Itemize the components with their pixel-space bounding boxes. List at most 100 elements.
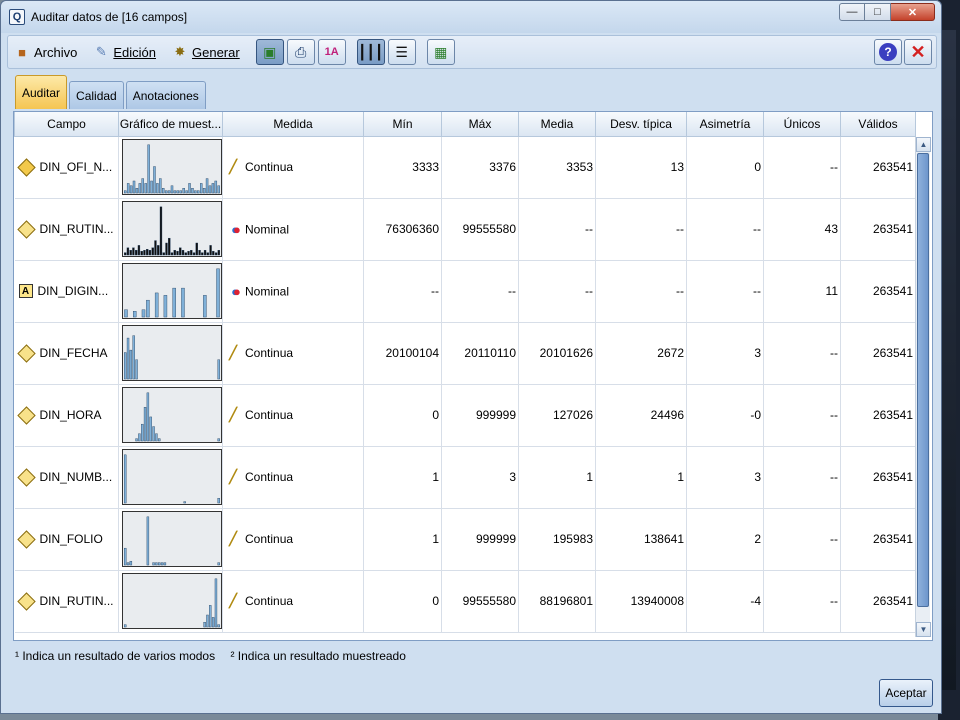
- max-cell: 3: [441, 445, 519, 509]
- histogram-bar: [155, 562, 158, 566]
- histogram-bar: [163, 562, 167, 566]
- column-view-button[interactable]: ┃┃┃: [356, 39, 385, 65]
- table-row[interactable]: DIN_FECHA ╱ Continua 20100104 20110110 201016…: [14, 321, 916, 385]
- sample-graph-cell[interactable]: [118, 135, 223, 199]
- table-row[interactable]: DIN_NUMB... ╱ Continua 1 3 1 1 3 -- 263541: [14, 445, 916, 509]
- field-cell[interactable]: DIN_FOLIO: [14, 507, 119, 571]
- minimize-button[interactable]: —: [839, 3, 865, 21]
- field-cell[interactable]: DIN_OFI_N...: [14, 135, 119, 199]
- col-media[interactable]: Media: [518, 112, 596, 137]
- measure-cell[interactable]: ╱ Continua: [222, 321, 364, 385]
- histogram-bar: [206, 614, 209, 628]
- close-window-button[interactable]: ✕: [891, 3, 935, 21]
- menu-generar[interactable]: ✸ Generar: [172, 44, 240, 60]
- col-min[interactable]: Mín: [363, 112, 442, 137]
- menu-archivo[interactable]: ■ Archivo: [14, 44, 77, 60]
- table-row[interactable]: DIN_OFI_N... ╱ Continua 3333 3376 3353 13 0 -- 26…: [14, 135, 916, 199]
- maximize-button[interactable]: □: [865, 3, 891, 21]
- edit-icon: ✎: [95, 44, 107, 59]
- accept-button[interactable]: Aceptar: [879, 679, 933, 707]
- mean-cell: --: [518, 197, 596, 261]
- sample-graph-cell[interactable]: [118, 383, 223, 447]
- measure-cell[interactable]: ● ● Nominal: [222, 259, 364, 323]
- table-row[interactable]: DIN_HORA ╱ Continua 0 999999 127026 24496 -0 -- 2…: [14, 383, 916, 447]
- histogram-bar: [164, 190, 168, 194]
- field-cell[interactable]: DIN_FECHA: [14, 321, 119, 385]
- sort-button[interactable]: 1A: [317, 39, 346, 65]
- unique-cell: --: [763, 569, 841, 633]
- col-medida[interactable]: Medida: [222, 112, 364, 137]
- sample-graph-cell[interactable]: [118, 507, 223, 571]
- histogram-bar: [205, 178, 209, 194]
- col-validos[interactable]: Válidos: [840, 112, 916, 137]
- measure-cell[interactable]: ╱ Continua: [222, 445, 364, 509]
- histogram-bar: [135, 250, 138, 256]
- measure-cell[interactable]: ╱ Continua: [222, 383, 364, 447]
- field-name: DIN_FOLIO: [39, 532, 103, 546]
- sample-graph-cell[interactable]: [118, 259, 223, 323]
- histogram-bar: [135, 359, 138, 380]
- tab-anotaciones[interactable]: Anotaciones: [125, 81, 206, 109]
- scroll-down-arrow-icon[interactable]: ▼: [916, 622, 931, 637]
- sample-graph-cell[interactable]: [118, 197, 223, 261]
- ruler-icon: ╱: [229, 531, 237, 546]
- col-desv[interactable]: Desv. típica: [595, 112, 687, 137]
- histogram-bar: [152, 562, 155, 566]
- valid-cell: 263541: [840, 383, 916, 447]
- histogram-bar: [146, 299, 150, 318]
- histogram-bar: [201, 252, 204, 256]
- list-view-button[interactable]: ☰: [387, 39, 416, 65]
- app-icon: Q: [9, 9, 25, 25]
- sample-graph-cell[interactable]: [118, 569, 223, 633]
- table-row[interactable]: DIN_RUTIN... ╱ Continua 0 99555580 88196801 13…: [14, 569, 916, 633]
- field-name: DIN_HORA: [39, 408, 102, 422]
- measure-label: Continua: [245, 470, 294, 484]
- field-cell[interactable]: DIN_HORA: [14, 383, 119, 447]
- histogram-bar: [149, 416, 152, 442]
- sample-graph-cell[interactable]: [118, 445, 223, 509]
- skewness-cell: 0: [686, 135, 764, 199]
- max-cell: 999999: [441, 383, 519, 447]
- vertical-scrollbar[interactable]: ▲ ▼: [915, 137, 931, 637]
- max-cell: 99555580: [441, 569, 519, 633]
- close-button[interactable]: ✕: [904, 39, 932, 65]
- histogram-bar: [158, 438, 161, 442]
- max-cell: 20110110: [441, 321, 519, 385]
- tab-auditar[interactable]: Auditar: [15, 75, 68, 109]
- table-body: DIN_OFI_N... ╱ Continua 3333 3376 3353 13 0 -- 26…: [14, 135, 916, 633]
- scroll-up-arrow-icon[interactable]: ▲: [916, 137, 931, 152]
- scroll-thumb[interactable]: [917, 153, 929, 607]
- measure-cell[interactable]: ╱ Continua: [222, 507, 364, 571]
- col-max[interactable]: Máx: [441, 112, 519, 137]
- ruler-icon: ╱: [229, 159, 237, 174]
- field-cell[interactable]: DIN_RUTIN...: [14, 569, 119, 633]
- measure-cell[interactable]: ● ● Nominal: [222, 197, 364, 261]
- skewness-cell: -4: [686, 569, 764, 633]
- sample-graph-cell[interactable]: [118, 321, 223, 385]
- export-table-button[interactable]: ▣: [255, 39, 284, 65]
- menu-edicion[interactable]: ✎ Edición: [93, 44, 156, 60]
- field-cell[interactable]: DIN_RUTIN...: [14, 197, 119, 261]
- sample-histogram: [122, 263, 222, 319]
- histogram-bar: [155, 433, 158, 442]
- help-button[interactable]: ?: [874, 39, 902, 65]
- table-row[interactable]: DIN_FOLIO ╱ Continua 1 999999 195983 138641 2 --…: [14, 507, 916, 571]
- measure-cell[interactable]: ╱ Continua: [222, 569, 364, 633]
- histogram-bar: [163, 295, 168, 318]
- histogram-bar: [140, 250, 143, 256]
- table-row[interactable]: A DIN_DIGIN... ● ● Nominal -- -- -- -- -- 11 263541: [14, 259, 916, 323]
- histogram-bar: [158, 562, 161, 566]
- print-button[interactable]: ⎙: [286, 39, 315, 65]
- skewness-cell: --: [686, 197, 764, 261]
- col-asimetria[interactable]: Asimetría: [686, 112, 764, 137]
- grid-view-button[interactable]: ▦: [426, 39, 455, 65]
- field-cell[interactable]: A DIN_DIGIN...: [14, 259, 119, 323]
- histogram-bar: [208, 185, 212, 194]
- col-campo[interactable]: Campo: [14, 112, 119, 137]
- field-cell[interactable]: DIN_NUMB...: [14, 445, 119, 509]
- measure-cell[interactable]: ╱ Continua: [222, 135, 364, 199]
- col-grafico[interactable]: Gráfico de muest...: [118, 112, 223, 137]
- table-row[interactable]: DIN_RUTIN... ● ● Nominal 76306360 99555580 -- -…: [14, 197, 916, 261]
- col-unicos[interactable]: Únicos: [763, 112, 841, 137]
- tab-calidad[interactable]: Calidad: [69, 81, 124, 109]
